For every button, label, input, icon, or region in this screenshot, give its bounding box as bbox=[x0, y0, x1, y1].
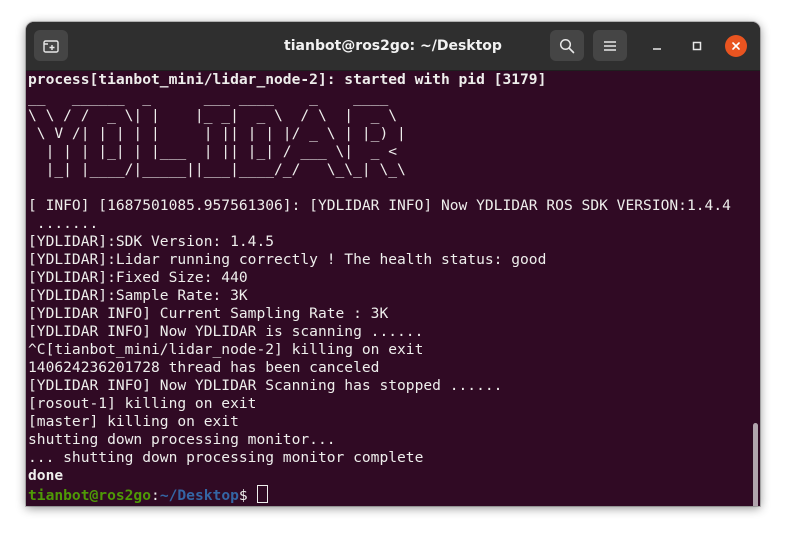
terminal-line: [YDLIDAR]:SDK Version: 1.4.5 bbox=[28, 233, 275, 250]
minimize-icon bbox=[652, 41, 662, 51]
terminal-line: [YDLIDAR]:Lidar running correctly ! The … bbox=[28, 251, 547, 268]
prompt-separator: : bbox=[151, 487, 160, 504]
ascii-art-line: \ V /| | | | | | || | | |/ _ \ | |_) | bbox=[28, 125, 406, 142]
terminal-line: ^C[tianbot_mini/lidar_node-2] killing on… bbox=[28, 341, 424, 358]
terminal-line: [rosout-1] killing on exit bbox=[28, 395, 257, 412]
ascii-art-line: \ \ / / _ \| | |_ _| _ \ / \ | _ \ bbox=[28, 107, 398, 124]
terminal-line: process[tianbot_mini/lidar_node-2]: star… bbox=[28, 71, 547, 88]
ascii-art-line: | | | |_| | |___ | || |_| / ___ \| _ < bbox=[28, 143, 398, 160]
prompt-user-host: tianbot@ros2go bbox=[28, 487, 152, 504]
minimize-button[interactable] bbox=[646, 35, 668, 57]
prompt-path: ~/Desktop bbox=[159, 487, 239, 504]
ascii-art-line: __ ______ _ ___ ____ _ ____ bbox=[28, 89, 389, 106]
terminal-line: [master] killing on exit bbox=[28, 413, 239, 430]
new-tab-button[interactable] bbox=[34, 30, 68, 61]
shell-prompt[interactable]: tianbot@ros2go:~/Desktop$ bbox=[28, 485, 731, 504]
terminal-window: tianbot@ros2go: ~/Desktop process[tianbo… bbox=[26, 22, 760, 506]
close-icon bbox=[731, 41, 741, 51]
terminal-line: ... shutting down processing monitor com… bbox=[28, 449, 424, 466]
close-button[interactable] bbox=[725, 35, 747, 57]
new-tab-icon bbox=[43, 39, 59, 53]
terminal-line: [YDLIDAR INFO] Now YDLIDAR Scanning has … bbox=[28, 377, 503, 394]
terminal-line: [YDLIDAR]:Fixed Size: 440 bbox=[28, 269, 248, 286]
terminal-line: [YDLIDAR INFO] Now YDLIDAR is scanning .… bbox=[28, 323, 424, 340]
search-button[interactable] bbox=[550, 30, 584, 61]
terminal-line: ....... bbox=[28, 215, 99, 232]
terminal-line: done bbox=[28, 467, 64, 484]
hamburger-menu-icon bbox=[603, 40, 617, 52]
maximize-icon bbox=[692, 41, 702, 51]
terminal-line: [YDLIDAR]:Sample Rate: 3K bbox=[28, 287, 248, 304]
menu-button[interactable] bbox=[593, 30, 627, 61]
terminal-line: 140624236201728 thread has been canceled bbox=[28, 359, 380, 376]
title-bar: tianbot@ros2go: ~/Desktop bbox=[26, 22, 760, 71]
terminal-line: [YDLIDAR INFO] Current Sampling Rate : 3… bbox=[28, 305, 389, 322]
terminal-line: shutting down processing monitor... bbox=[28, 431, 336, 448]
search-icon bbox=[559, 38, 575, 54]
terminal-output-area[interactable]: process[tianbot_mini/lidar_node-2]: star… bbox=[26, 71, 760, 506]
prompt-symbol: $ bbox=[238, 487, 257, 504]
ascii-art-line: |_| |____/|_____||___|____/_/ \_\_| \_\ bbox=[28, 161, 406, 178]
scrollbar-thumb[interactable] bbox=[753, 423, 758, 506]
text-cursor bbox=[257, 485, 269, 503]
maximize-button[interactable] bbox=[686, 35, 708, 57]
terminal-text: process[tianbot_mini/lidar_node-2]: star… bbox=[28, 71, 731, 504]
terminal-line: [ INFO] [1687501085.957561306]: [YDLIDAR… bbox=[28, 197, 731, 214]
